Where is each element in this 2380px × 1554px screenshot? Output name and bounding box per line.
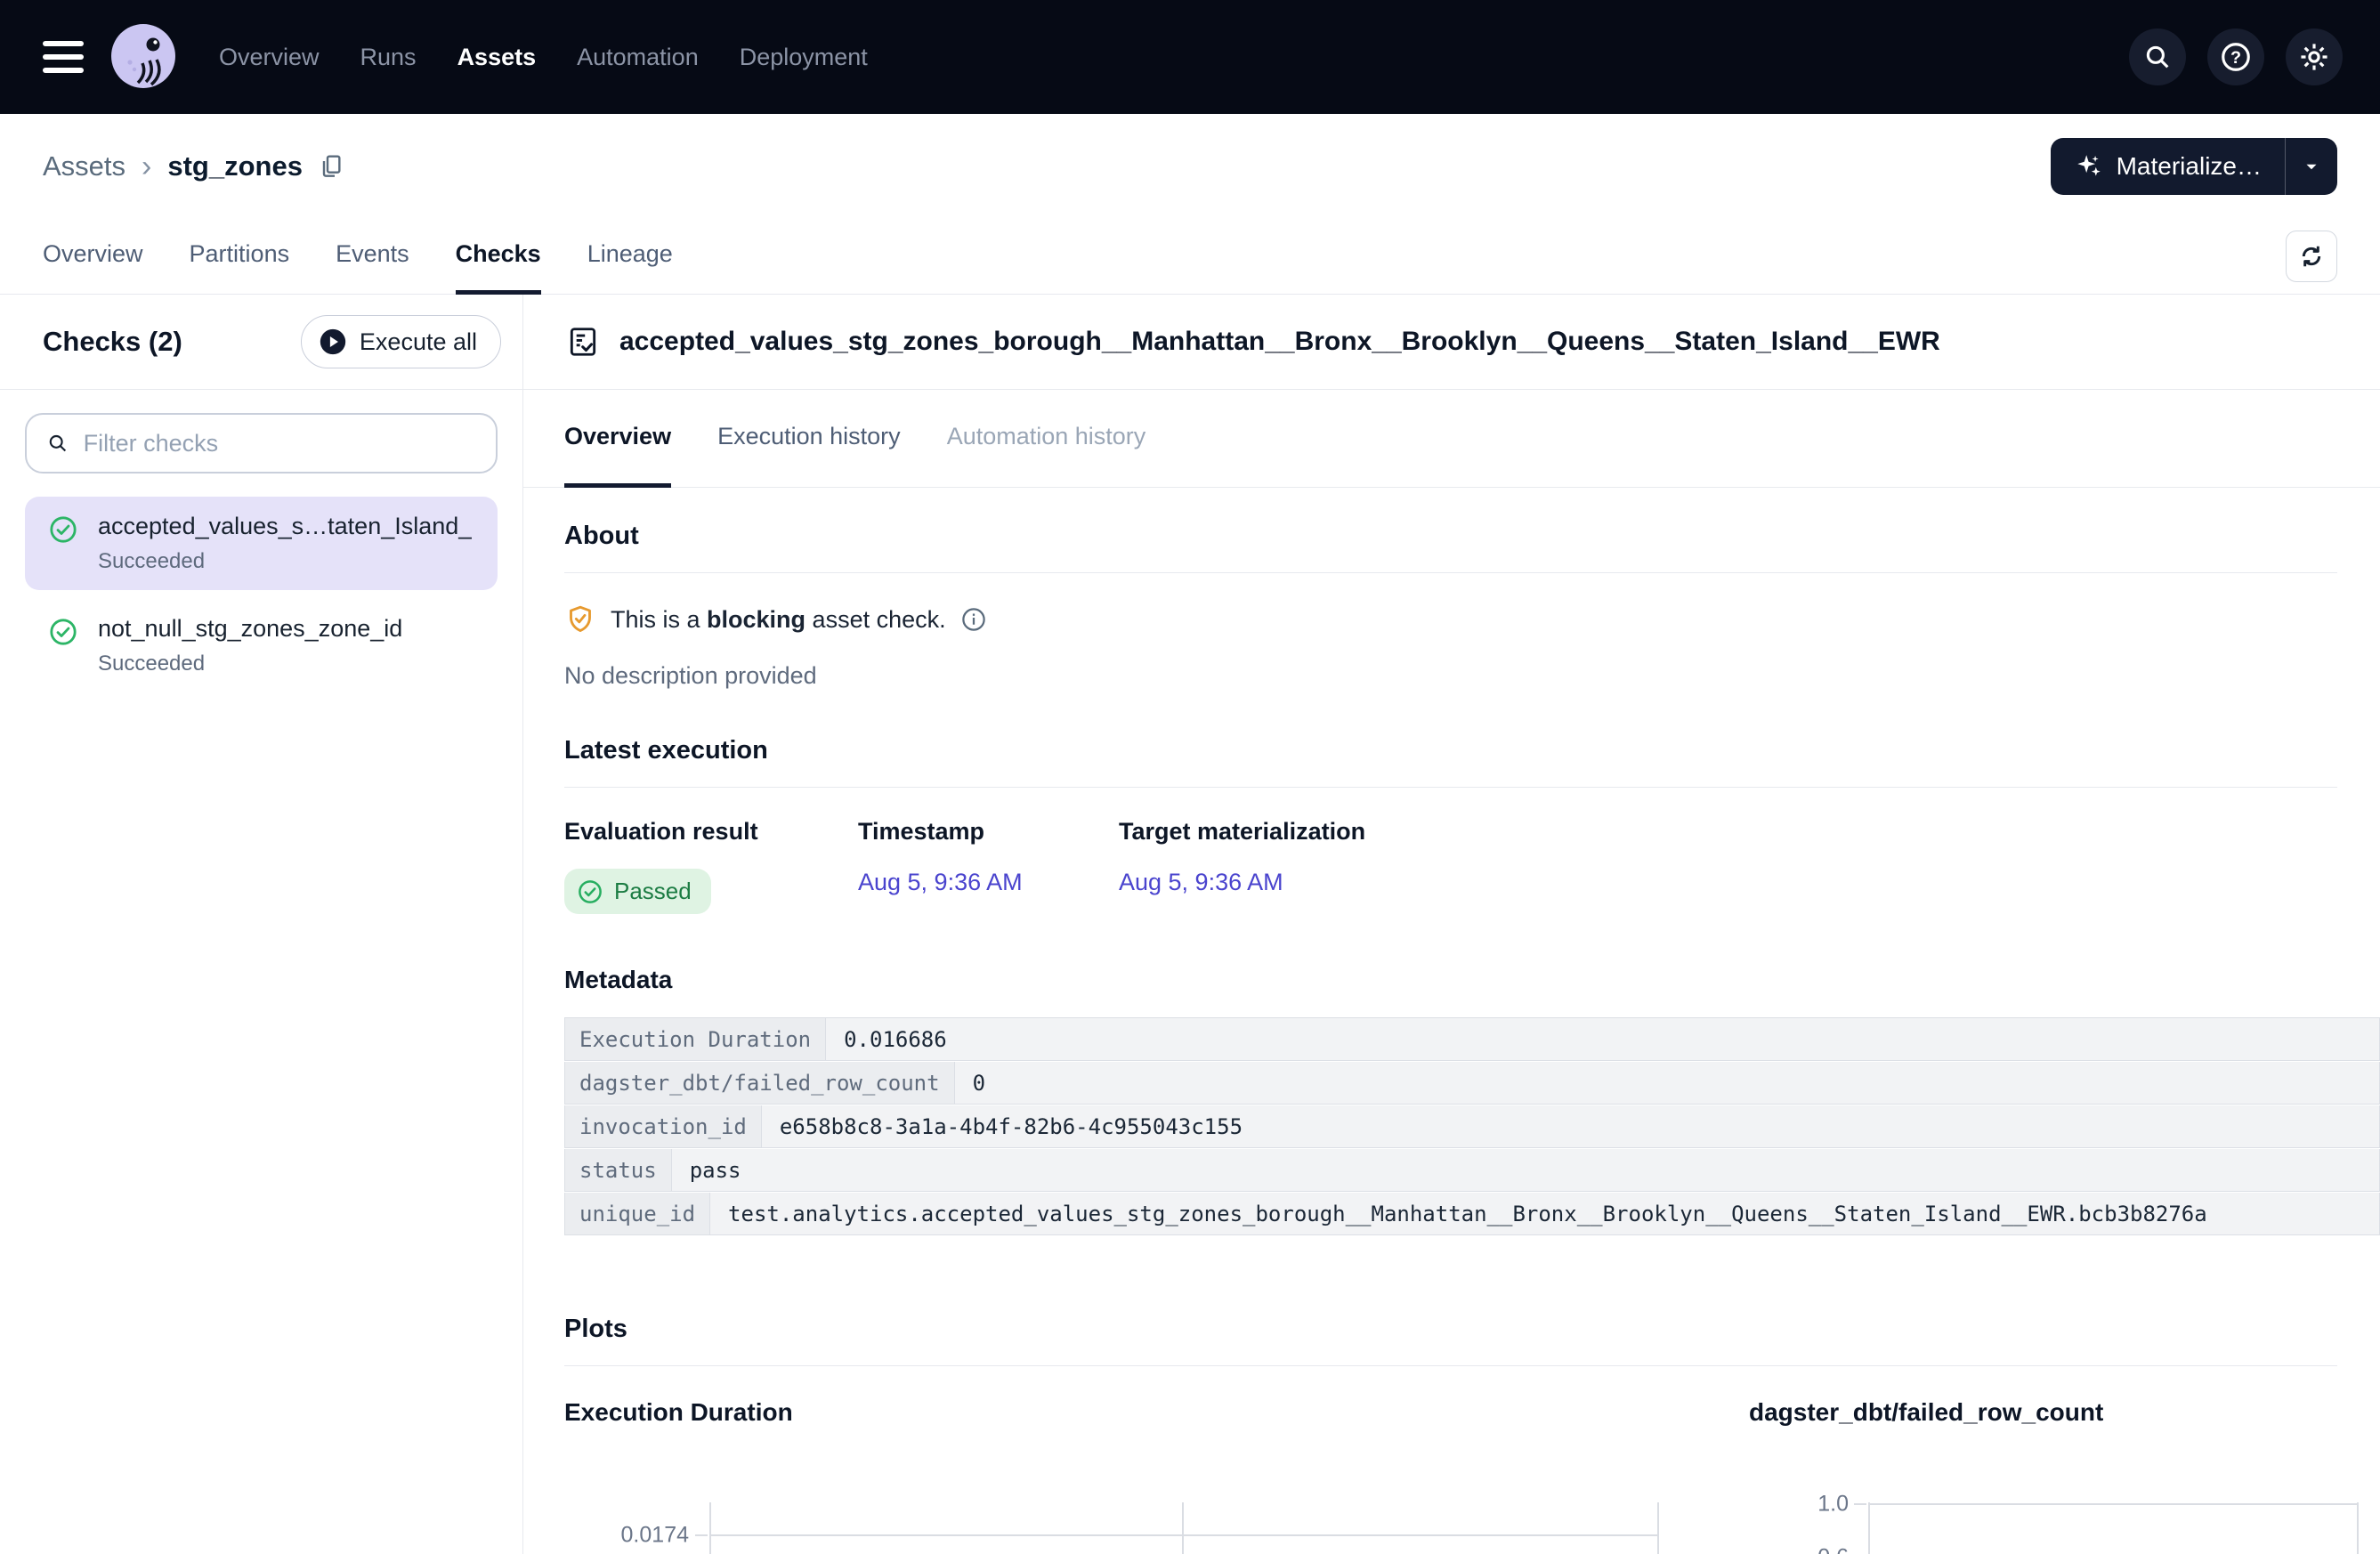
metadata-value: 0: [955, 1062, 2380, 1105]
check-detail-panel: accepted_values_stg_zones_borough__Manha…: [523, 295, 2380, 1554]
materialize-dropdown-caret[interactable]: [2286, 138, 2337, 195]
breadcrumb-row: Assets › stg_zones Materialize…: [0, 114, 2380, 218]
table-row: unique_id test.analytics.accepted_values…: [564, 1193, 2380, 1236]
asset-check-icon: [566, 325, 600, 359]
chart-title: Execution Duration: [564, 1398, 1712, 1427]
table-row: Execution Duration 0.016686: [564, 1018, 2380, 1062]
tab-checks[interactable]: Checks: [456, 218, 541, 295]
plots-heading: Plots: [523, 1315, 2380, 1344]
metadata-table: Execution Duration 0.016686 dagster_dbt/…: [564, 1017, 2380, 1236]
y-tick-label: 0.6: [1785, 1545, 1849, 1554]
about-heading: About: [523, 522, 2380, 551]
check-success-icon: [48, 617, 78, 647]
table-row: dagster_dbt/failed_row_count 0: [564, 1062, 2380, 1105]
col-timestamp: Timestamp: [858, 818, 1119, 846]
target-materialization-link[interactable]: Aug 5, 9:36 AM: [1119, 869, 1283, 895]
latest-execution-table: Evaluation result Passed: [523, 818, 2380, 914]
chart-failed-row-count: dagster_dbt/failed_row_count 1.0 0.6: [1749, 1398, 2380, 1427]
check-name: accepted_values_s…taten_Island_: [98, 513, 472, 540]
tab-partitions[interactable]: Partitions: [190, 218, 290, 295]
metadata-heading: Metadata: [523, 966, 2380, 994]
app-root: Overview Runs Assets Automation Deployme…: [0, 0, 2380, 1554]
timestamp-link[interactable]: Aug 5, 9:36 AM: [858, 869, 1023, 895]
dagster-logo[interactable]: [107, 20, 180, 93]
tab-automation-history: Automation history: [947, 390, 1146, 488]
check-list-item[interactable]: not_null_stg_zones_zone_id Succeeded: [25, 599, 498, 692]
metadata-value: pass: [672, 1149, 2380, 1192]
nav-links: Overview Runs Assets Automation Deployme…: [219, 44, 868, 71]
check-list-item[interactable]: accepted_values_s…taten_Island_ Succeede…: [25, 497, 498, 590]
search-icon[interactable]: [2129, 28, 2186, 85]
checks-panel-title: Checks (2): [43, 326, 182, 358]
y-tick-label: 0.0174: [564, 1523, 689, 1549]
info-icon[interactable]: [960, 606, 987, 633]
breadcrumb-assets-link[interactable]: Assets: [43, 150, 125, 182]
settings-gear-icon[interactable]: [2286, 28, 2343, 85]
tab-execution-history[interactable]: Execution history: [717, 390, 901, 488]
check-name: not_null_stg_zones_zone_id: [98, 615, 402, 643]
blocking-note: This is a blocking asset check.: [523, 603, 2380, 635]
top-nav: Overview Runs Assets Automation Deployme…: [0, 0, 2380, 114]
nav-icon-buttons: ?: [2129, 28, 2343, 85]
check-status: Succeeded: [98, 549, 472, 574]
metadata-key: status: [564, 1149, 672, 1192]
check-success-icon: [48, 514, 78, 545]
nav-item-deployment[interactable]: Deployment: [740, 44, 868, 71]
table-row: invocation_id e658b8c8-3a1a-4b4f-82b6-4c…: [564, 1105, 2380, 1149]
table-row: status pass: [564, 1149, 2380, 1193]
help-icon[interactable]: ?: [2207, 28, 2264, 85]
search-icon: [46, 431, 69, 456]
metadata-value: e658b8c8-3a1a-4b4f-82b6-4c955043c155: [762, 1105, 2380, 1148]
asset-tabs: Overview Partitions Events Checks Lineag…: [0, 218, 2380, 295]
check-status: Succeeded: [98, 652, 402, 676]
execute-all-button[interactable]: Execute all: [301, 315, 501, 368]
filter-checks-box: [25, 413, 498, 473]
nav-item-assets[interactable]: Assets: [457, 44, 537, 71]
checks-sidebar: Checks (2) Execute all: [0, 295, 523, 1554]
col-evaluation-result: Evaluation result: [564, 818, 858, 846]
svg-text:?: ?: [2230, 48, 2241, 68]
tab-events[interactable]: Events: [336, 218, 409, 295]
shield-check-icon: [564, 603, 596, 635]
nav-item-overview[interactable]: Overview: [219, 44, 320, 71]
breadcrumb-chevron-icon: ›: [142, 151, 151, 182]
nav-item-automation[interactable]: Automation: [577, 44, 699, 71]
check-detail-content: About This is a blocking asset check. No…: [523, 488, 2380, 1554]
metadata-key: unique_id: [564, 1193, 710, 1235]
no-description-text: No description provided: [523, 662, 2380, 690]
breadcrumb-current-asset: stg_zones: [167, 150, 303, 182]
copy-icon[interactable]: [317, 152, 345, 181]
materialize-split-button: Materialize…: [2051, 138, 2337, 195]
metadata-key: dagster_dbt/failed_row_count: [564, 1062, 955, 1105]
hamburger-menu-icon[interactable]: [43, 41, 84, 73]
latest-execution-heading: Latest execution: [523, 736, 2380, 765]
metadata-value: 0.016686: [826, 1018, 2380, 1061]
chart-execution-duration: Execution Duration 0.0174: [564, 1398, 1712, 1427]
col-target-materialization: Target materialization: [1119, 818, 1365, 846]
filter-checks-input[interactable]: [84, 430, 476, 457]
sparkle-icon: [2074, 151, 2104, 182]
plots-charts: Execution Duration 0.0174 dagster_dbt/fa…: [523, 1398, 2380, 1554]
passed-badge: Passed: [564, 869, 711, 914]
tab-overview[interactable]: Overview: [43, 218, 143, 295]
metadata-key: Execution Duration: [564, 1018, 826, 1061]
metadata-key: invocation_id: [564, 1105, 762, 1148]
check-success-icon: [577, 878, 603, 905]
y-tick-label: 1.0: [1785, 1492, 1849, 1518]
check-detail-tabs: Overview Execution history Automation hi…: [523, 390, 2380, 488]
refresh-button[interactable]: [2286, 231, 2337, 282]
check-detail-title: accepted_values_stg_zones_borough__Manha…: [619, 327, 1940, 357]
check-list: accepted_values_s…taten_Island_ Succeede…: [25, 497, 498, 692]
metadata-value: test.analytics.accepted_values_stg_zones…: [710, 1193, 2380, 1235]
chart-title: dagster_dbt/failed_row_count: [1749, 1398, 2380, 1427]
materialize-button[interactable]: Materialize…: [2051, 138, 2285, 195]
tab-check-overview[interactable]: Overview: [564, 390, 671, 488]
tab-lineage[interactable]: Lineage: [587, 218, 673, 295]
nav-item-runs[interactable]: Runs: [360, 44, 417, 71]
play-icon: [318, 327, 348, 357]
